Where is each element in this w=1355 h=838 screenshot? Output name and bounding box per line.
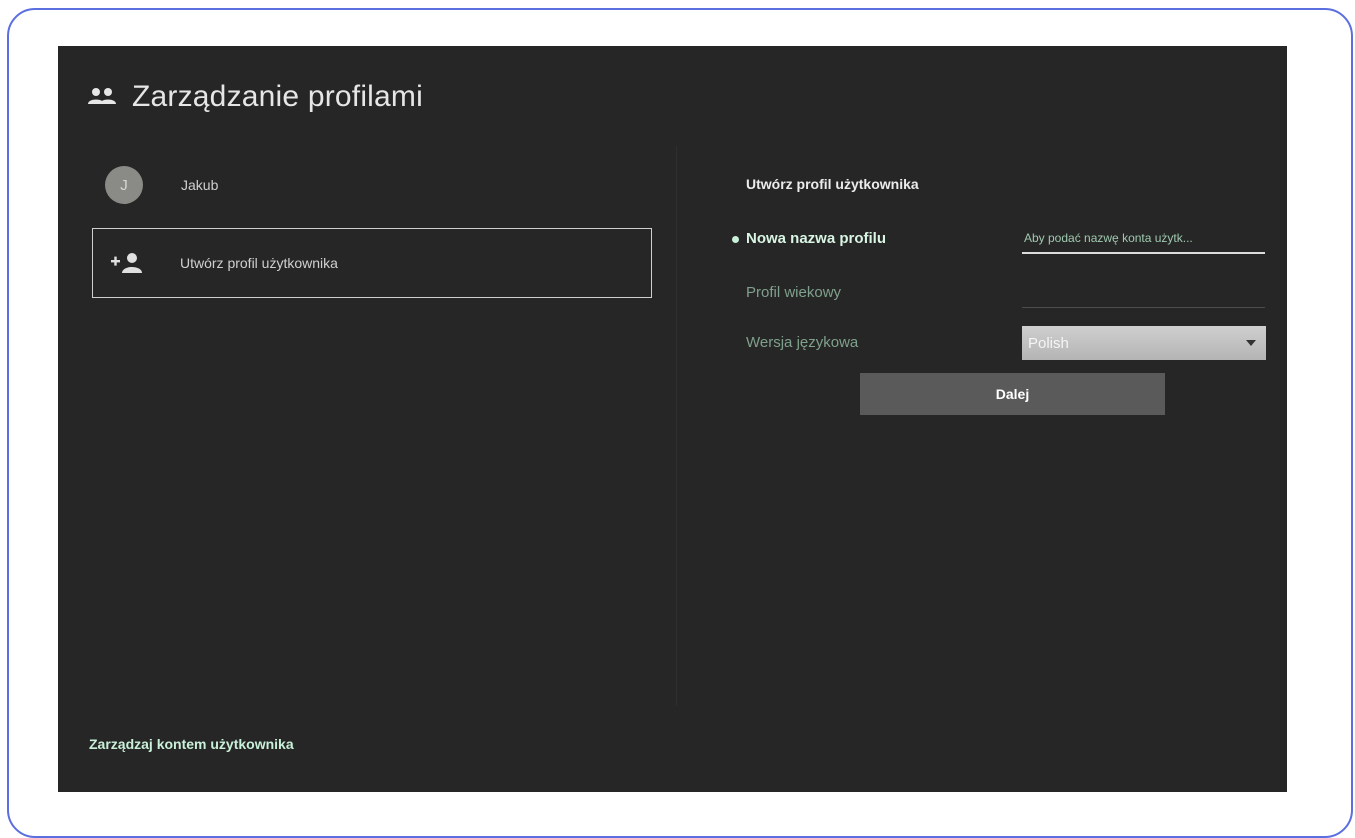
- column-divider: [676, 146, 677, 706]
- profile-name-label: Nowa nazwa profilu: [746, 230, 887, 247]
- tv-screen: Zarządzanie profilami J Jakub Utwórz pro…: [58, 46, 1287, 792]
- language-select[interactable]: Polish: [1022, 326, 1266, 360]
- language-label: Wersja językowa: [746, 334, 859, 351]
- people-icon: [88, 88, 116, 104]
- avatar: J: [105, 166, 143, 204]
- profile-name-input[interactable]: [1022, 224, 1265, 254]
- chevron-down-icon: [1246, 340, 1256, 346]
- language-value: Polish: [1028, 334, 1069, 352]
- manage-account-link[interactable]: Zarządzaj kontem użytkownika: [89, 736, 294, 752]
- age-profile-label: Profil wiekowy: [746, 284, 842, 301]
- focus-indicator: [732, 236, 739, 243]
- form-title: Utwórz profil użytkownika: [746, 176, 919, 192]
- add-user-icon: [111, 253, 142, 273]
- age-profile-field[interactable]: [1022, 282, 1265, 308]
- create-profile-label: Utwórz profil użytkownika: [180, 255, 338, 271]
- page-title: Zarządzanie profilami: [132, 80, 423, 113]
- profile-name: Jakub: [181, 177, 219, 193]
- profile-item-jakub[interactable]: J Jakub: [105, 166, 218, 204]
- create-profile-button[interactable]: Utwórz profil użytkownika: [92, 228, 652, 298]
- next-button[interactable]: Dalej: [860, 373, 1165, 415]
- page-header: Zarządzanie profilami: [86, 80, 423, 114]
